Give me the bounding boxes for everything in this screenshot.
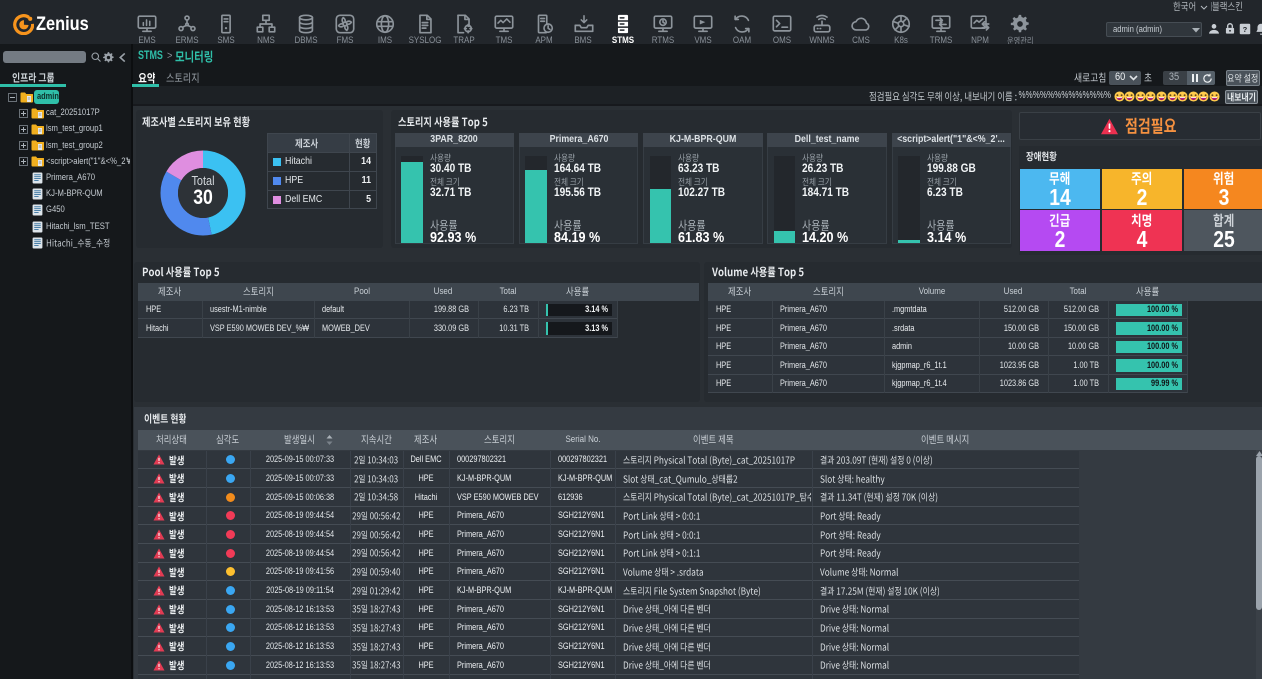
svg-text:?: ? [1243,25,1248,34]
